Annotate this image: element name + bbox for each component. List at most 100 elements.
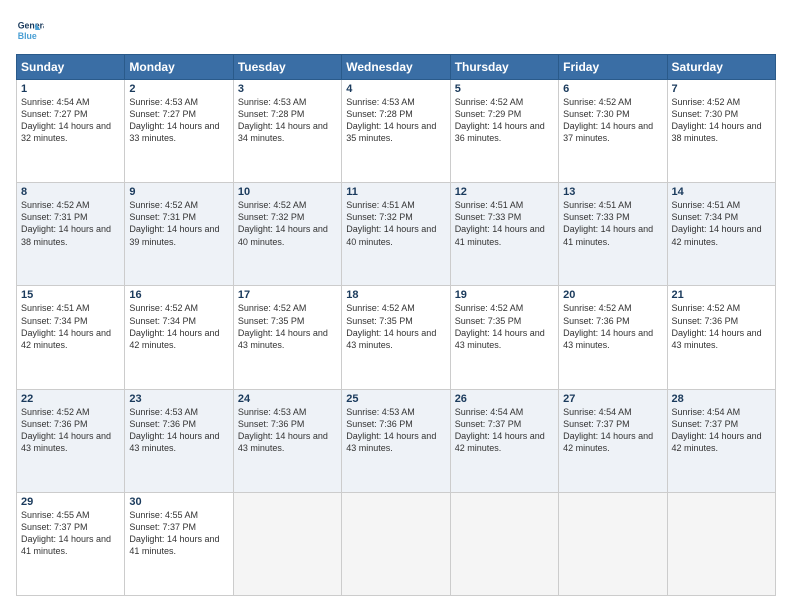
- day-cell-14: 14Sunrise: 4:51 AMSunset: 7:34 PMDayligh…: [667, 183, 775, 286]
- svg-text:Blue: Blue: [18, 31, 37, 41]
- day-number: 5: [455, 83, 554, 95]
- day-info: Sunrise: 4:52 AMSunset: 7:36 PMDaylight:…: [563, 302, 662, 351]
- day-cell-21: 21Sunrise: 4:52 AMSunset: 7:36 PMDayligh…: [667, 286, 775, 389]
- day-cell-2: 2Sunrise: 4:53 AMSunset: 7:27 PMDaylight…: [125, 80, 233, 183]
- day-number: 11: [346, 186, 445, 198]
- calendar-week-2: 8Sunrise: 4:52 AMSunset: 7:31 PMDaylight…: [17, 183, 776, 286]
- day-info: Sunrise: 4:54 AMSunset: 7:37 PMDaylight:…: [672, 406, 771, 455]
- day-cell-18: 18Sunrise: 4:52 AMSunset: 7:35 PMDayligh…: [342, 286, 450, 389]
- logo: General Blue: [16, 16, 48, 44]
- day-number: 19: [455, 289, 554, 301]
- calendar-week-5: 29Sunrise: 4:55 AMSunset: 7:37 PMDayligh…: [17, 492, 776, 595]
- day-cell-26: 26Sunrise: 4:54 AMSunset: 7:37 PMDayligh…: [450, 389, 558, 492]
- day-info: Sunrise: 4:53 AMSunset: 7:28 PMDaylight:…: [238, 96, 337, 145]
- day-cell-22: 22Sunrise: 4:52 AMSunset: 7:36 PMDayligh…: [17, 389, 125, 492]
- day-number: 2: [129, 83, 228, 95]
- day-number: 28: [672, 393, 771, 405]
- day-number: 1: [21, 83, 120, 95]
- day-number: 3: [238, 83, 337, 95]
- day-info: Sunrise: 4:52 AMSunset: 7:29 PMDaylight:…: [455, 96, 554, 145]
- day-cell-7: 7Sunrise: 4:52 AMSunset: 7:30 PMDaylight…: [667, 80, 775, 183]
- empty-cell: [233, 492, 341, 595]
- weekday-header-tuesday: Tuesday: [233, 55, 341, 80]
- page: General Blue SundayMondayTuesdayWednesda…: [0, 0, 792, 612]
- day-info: Sunrise: 4:52 AMSunset: 7:30 PMDaylight:…: [672, 96, 771, 145]
- weekday-header-saturday: Saturday: [667, 55, 775, 80]
- day-cell-23: 23Sunrise: 4:53 AMSunset: 7:36 PMDayligh…: [125, 389, 233, 492]
- day-cell-13: 13Sunrise: 4:51 AMSunset: 7:33 PMDayligh…: [559, 183, 667, 286]
- day-number: 29: [21, 496, 120, 508]
- day-info: Sunrise: 4:52 AMSunset: 7:34 PMDaylight:…: [129, 302, 228, 351]
- weekday-header-thursday: Thursday: [450, 55, 558, 80]
- day-number: 10: [238, 186, 337, 198]
- day-info: Sunrise: 4:51 AMSunset: 7:34 PMDaylight:…: [672, 199, 771, 248]
- header: General Blue: [16, 16, 776, 44]
- day-number: 9: [129, 186, 228, 198]
- calendar-week-4: 22Sunrise: 4:52 AMSunset: 7:36 PMDayligh…: [17, 389, 776, 492]
- day-info: Sunrise: 4:51 AMSunset: 7:33 PMDaylight:…: [563, 199, 662, 248]
- day-number: 23: [129, 393, 228, 405]
- svg-text:General: General: [18, 20, 44, 30]
- day-number: 30: [129, 496, 228, 508]
- day-info: Sunrise: 4:53 AMSunset: 7:36 PMDaylight:…: [346, 406, 445, 455]
- day-number: 24: [238, 393, 337, 405]
- day-number: 8: [21, 186, 120, 198]
- day-info: Sunrise: 4:53 AMSunset: 7:36 PMDaylight:…: [129, 406, 228, 455]
- day-cell-3: 3Sunrise: 4:53 AMSunset: 7:28 PMDaylight…: [233, 80, 341, 183]
- day-number: 25: [346, 393, 445, 405]
- day-info: Sunrise: 4:51 AMSunset: 7:33 PMDaylight:…: [455, 199, 554, 248]
- day-cell-17: 17Sunrise: 4:52 AMSunset: 7:35 PMDayligh…: [233, 286, 341, 389]
- day-number: 6: [563, 83, 662, 95]
- day-info: Sunrise: 4:53 AMSunset: 7:27 PMDaylight:…: [129, 96, 228, 145]
- day-info: Sunrise: 4:54 AMSunset: 7:27 PMDaylight:…: [21, 96, 120, 145]
- calendar-week-1: 1Sunrise: 4:54 AMSunset: 7:27 PMDaylight…: [17, 80, 776, 183]
- day-cell-9: 9Sunrise: 4:52 AMSunset: 7:31 PMDaylight…: [125, 183, 233, 286]
- calendar-week-3: 15Sunrise: 4:51 AMSunset: 7:34 PMDayligh…: [17, 286, 776, 389]
- day-info: Sunrise: 4:55 AMSunset: 7:37 PMDaylight:…: [129, 509, 228, 558]
- day-number: 14: [672, 186, 771, 198]
- calendar-header-row: SundayMondayTuesdayWednesdayThursdayFrid…: [17, 55, 776, 80]
- empty-cell: [342, 492, 450, 595]
- day-info: Sunrise: 4:51 AMSunset: 7:32 PMDaylight:…: [346, 199, 445, 248]
- day-cell-1: 1Sunrise: 4:54 AMSunset: 7:27 PMDaylight…: [17, 80, 125, 183]
- day-info: Sunrise: 4:52 AMSunset: 7:36 PMDaylight:…: [21, 406, 120, 455]
- day-number: 15: [21, 289, 120, 301]
- day-number: 13: [563, 186, 662, 198]
- day-cell-24: 24Sunrise: 4:53 AMSunset: 7:36 PMDayligh…: [233, 389, 341, 492]
- day-cell-28: 28Sunrise: 4:54 AMSunset: 7:37 PMDayligh…: [667, 389, 775, 492]
- empty-cell: [667, 492, 775, 595]
- day-cell-8: 8Sunrise: 4:52 AMSunset: 7:31 PMDaylight…: [17, 183, 125, 286]
- day-cell-20: 20Sunrise: 4:52 AMSunset: 7:36 PMDayligh…: [559, 286, 667, 389]
- day-info: Sunrise: 4:52 AMSunset: 7:31 PMDaylight:…: [21, 199, 120, 248]
- day-info: Sunrise: 4:55 AMSunset: 7:37 PMDaylight:…: [21, 509, 120, 558]
- day-number: 16: [129, 289, 228, 301]
- day-cell-25: 25Sunrise: 4:53 AMSunset: 7:36 PMDayligh…: [342, 389, 450, 492]
- day-info: Sunrise: 4:52 AMSunset: 7:36 PMDaylight:…: [672, 302, 771, 351]
- day-number: 26: [455, 393, 554, 405]
- day-cell-30: 30Sunrise: 4:55 AMSunset: 7:37 PMDayligh…: [125, 492, 233, 595]
- day-info: Sunrise: 4:52 AMSunset: 7:35 PMDaylight:…: [238, 302, 337, 351]
- day-cell-16: 16Sunrise: 4:52 AMSunset: 7:34 PMDayligh…: [125, 286, 233, 389]
- day-cell-10: 10Sunrise: 4:52 AMSunset: 7:32 PMDayligh…: [233, 183, 341, 286]
- day-number: 20: [563, 289, 662, 301]
- day-number: 7: [672, 83, 771, 95]
- weekday-header-wednesday: Wednesday: [342, 55, 450, 80]
- day-number: 12: [455, 186, 554, 198]
- calendar-table: SundayMondayTuesdayWednesdayThursdayFrid…: [16, 54, 776, 596]
- day-info: Sunrise: 4:53 AMSunset: 7:28 PMDaylight:…: [346, 96, 445, 145]
- day-cell-5: 5Sunrise: 4:52 AMSunset: 7:29 PMDaylight…: [450, 80, 558, 183]
- day-cell-27: 27Sunrise: 4:54 AMSunset: 7:37 PMDayligh…: [559, 389, 667, 492]
- day-number: 27: [563, 393, 662, 405]
- day-info: Sunrise: 4:52 AMSunset: 7:32 PMDaylight:…: [238, 199, 337, 248]
- day-cell-4: 4Sunrise: 4:53 AMSunset: 7:28 PMDaylight…: [342, 80, 450, 183]
- day-info: Sunrise: 4:52 AMSunset: 7:31 PMDaylight:…: [129, 199, 228, 248]
- day-number: 18: [346, 289, 445, 301]
- day-cell-6: 6Sunrise: 4:52 AMSunset: 7:30 PMDaylight…: [559, 80, 667, 183]
- day-cell-11: 11Sunrise: 4:51 AMSunset: 7:32 PMDayligh…: [342, 183, 450, 286]
- day-number: 21: [672, 289, 771, 301]
- weekday-header-friday: Friday: [559, 55, 667, 80]
- logo-icon: General Blue: [16, 16, 44, 44]
- day-number: 17: [238, 289, 337, 301]
- weekday-header-sunday: Sunday: [17, 55, 125, 80]
- day-info: Sunrise: 4:51 AMSunset: 7:34 PMDaylight:…: [21, 302, 120, 351]
